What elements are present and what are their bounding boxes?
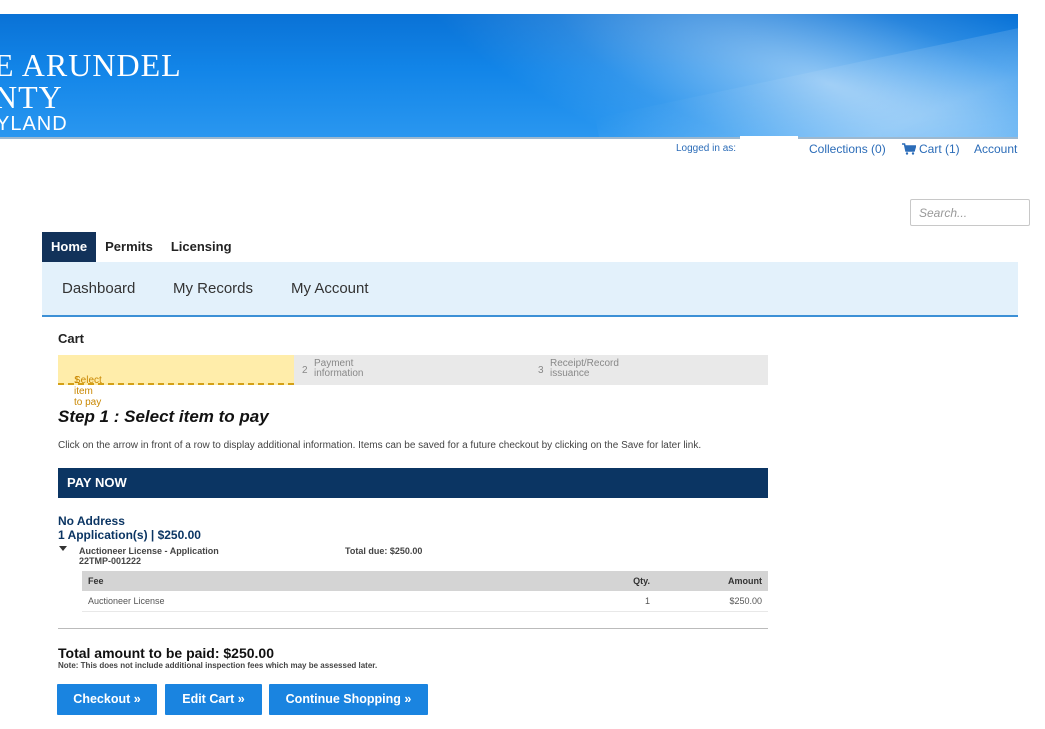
step-heading: Step 1 : Select item to pay	[58, 407, 269, 426]
main-tabs: Home Permits Licensing	[42, 232, 241, 269]
subnav-dashboard[interactable]: Dashboard	[62, 280, 135, 297]
subnav-my-account[interactable]: My Account	[291, 280, 369, 297]
total-amount: Total amount to be paid: $250.00	[58, 645, 275, 661]
username-redaction	[740, 136, 798, 156]
application-id: 22TMP-001222	[79, 556, 142, 566]
step-1-label: 1 Select item to pay	[74, 375, 102, 408]
step-3-number: 3	[538, 365, 544, 376]
application-count: 1 Application(s) | $250.00	[58, 528, 201, 542]
tab-home[interactable]: Home	[42, 232, 97, 269]
county-title-line-2: NTY	[0, 79, 63, 115]
cart-link[interactable]: Cart (1)	[902, 142, 960, 156]
section-divider	[58, 628, 768, 629]
sub-navigation: Dashboard My Records My Account	[42, 262, 1018, 317]
application-total-due: Total due: $250.00	[345, 546, 423, 556]
fee-column-header: Fee	[82, 571, 564, 591]
step-description: Click on the arrow in front of a row to …	[58, 440, 702, 451]
fee-table-header: Fee Qty. Amount	[82, 571, 768, 591]
fee-table: Fee Qty. Amount Auctioneer License 1 $25…	[82, 571, 768, 612]
search-input[interactable]: Search...	[910, 199, 1030, 226]
utility-bar: Logged in as: Collections (0) Cart (1) A…	[0, 136, 1045, 157]
tab-home-label: Home	[51, 239, 88, 254]
tab-licensing[interactable]: Licensing	[162, 232, 241, 262]
step-select-item: 1 Select item to pay	[58, 355, 294, 408]
continue-shopping-button[interactable]: Continue Shopping »	[269, 684, 428, 715]
cart-link-label: Cart (1)	[919, 142, 960, 156]
qty-column-header: Qty.	[564, 571, 656, 591]
collections-link[interactable]: Collections (0)	[809, 142, 886, 156]
expand-arrow-icon[interactable]	[59, 546, 67, 551]
address-label: No Address	[58, 514, 125, 528]
application-name: Auctioneer License - Application	[79, 546, 219, 556]
tab-permits[interactable]: Permits	[96, 232, 162, 262]
county-title-line-3: YLAND	[0, 113, 68, 135]
checkout-button[interactable]: Checkout »	[57, 684, 157, 715]
page-title: Cart	[58, 331, 85, 346]
step-2-label: Payment information	[314, 358, 364, 379]
banner-divider	[0, 137, 1018, 139]
logged-in-label: Logged in as:	[676, 143, 737, 154]
amount-column-header: Amount	[656, 571, 768, 591]
total-note: Note: This does not include additional i…	[58, 661, 378, 670]
header-banner: E ARUNDEL NTY YLAND	[0, 14, 1018, 138]
cart-icon	[902, 143, 916, 155]
fee-qty-cell: 1	[564, 591, 656, 612]
fee-name-cell: Auctioneer License	[82, 591, 564, 612]
step-3-label: Receipt/Record issuance	[550, 358, 619, 379]
top-margin	[0, 0, 1045, 14]
fee-amount-cell: $250.00	[656, 591, 768, 612]
account-link[interactable]: Account	[974, 142, 1017, 156]
checkout-steps: 1 Select item to pay 2 Payment informati…	[58, 355, 768, 408]
subnav-my-records[interactable]: My Records	[173, 280, 253, 297]
pay-now-header: PAY NOW	[58, 468, 768, 498]
edit-cart-button[interactable]: Edit Cart »	[165, 684, 262, 715]
table-row: Auctioneer License 1 $250.00	[82, 591, 768, 612]
step-2-number: 2	[302, 365, 308, 376]
